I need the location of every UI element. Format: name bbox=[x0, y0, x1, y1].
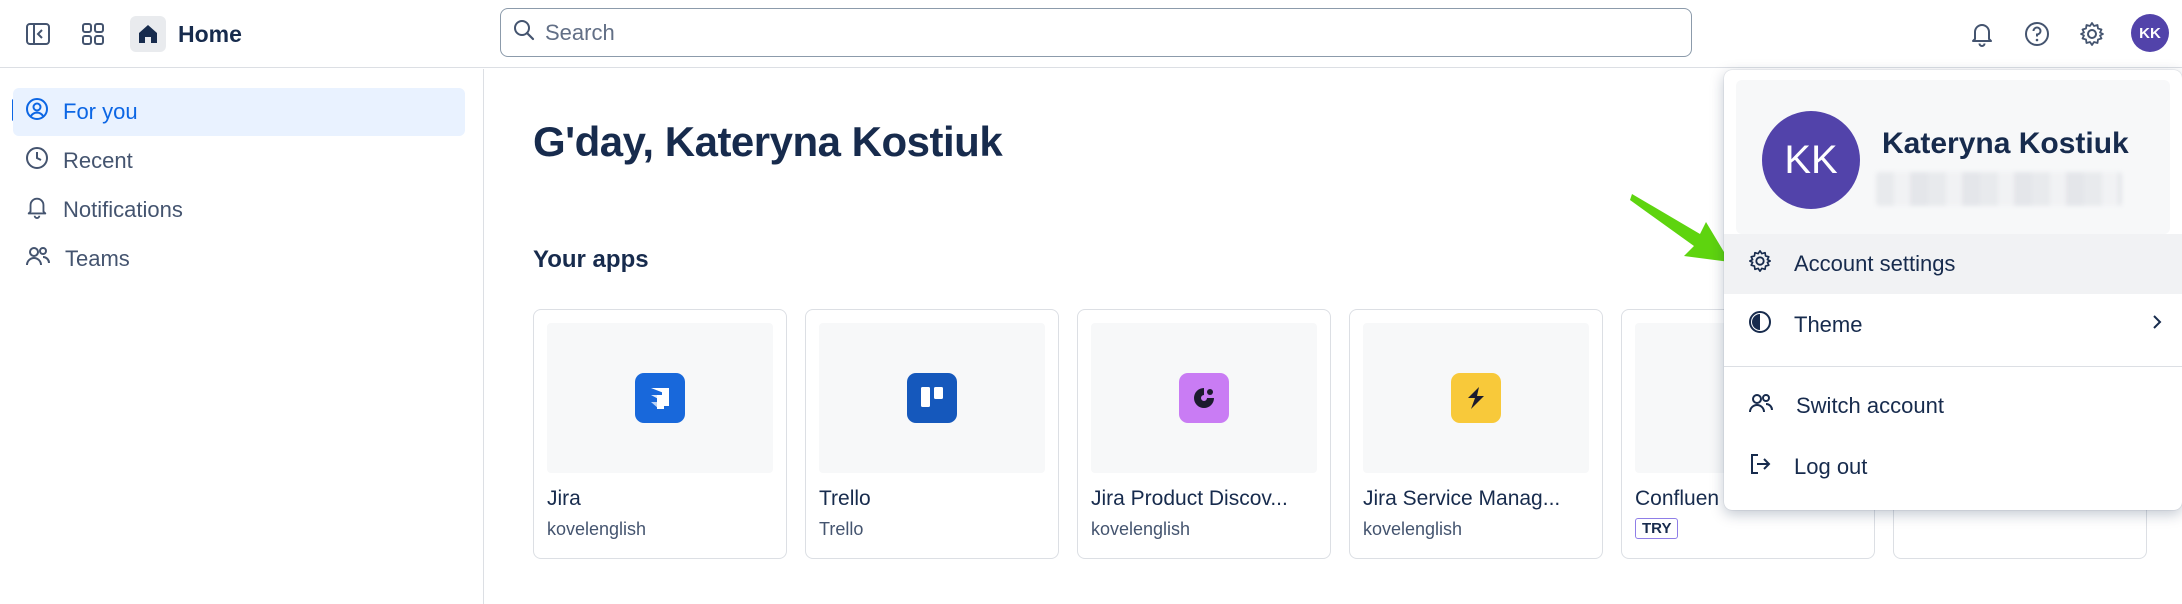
profile-name: Kateryna Kostiuk bbox=[1882, 127, 2129, 160]
bell-icon bbox=[25, 195, 49, 225]
search-input[interactable] bbox=[545, 19, 1645, 46]
page-greeting: G'day, Kateryna Kostiuk bbox=[533, 118, 1003, 165]
profile-email-redacted bbox=[1876, 172, 2122, 206]
sidebar-item-label: Notifications bbox=[63, 197, 183, 222]
app-card-image bbox=[819, 323, 1045, 473]
sidebar-item-label: For you bbox=[63, 99, 138, 124]
try-badge[interactable]: TRY bbox=[1635, 518, 1679, 539]
app-site: kovelenglish bbox=[1363, 519, 1463, 539]
search-icon bbox=[513, 19, 535, 46]
menu-item-theme[interactable]: Theme bbox=[1724, 295, 2182, 355]
app-site: kovelenglish bbox=[1091, 519, 1191, 539]
chevron-right-icon bbox=[2150, 312, 2164, 338]
app-site: Trello bbox=[819, 519, 864, 539]
app-name: Jira bbox=[547, 487, 581, 510]
app-name: Confluen bbox=[1635, 487, 1720, 510]
sidebar-item-teams[interactable]: Teams bbox=[13, 235, 465, 283]
user-avatar-button[interactable]: KK bbox=[2131, 14, 2169, 52]
user-circle-icon bbox=[25, 97, 49, 127]
sidebar-item-for-you[interactable]: For you bbox=[13, 88, 465, 136]
profile-dropdown-menu: KK Kateryna Kostiuk Account settings The… bbox=[1724, 70, 2182, 510]
jira-icon bbox=[635, 373, 685, 423]
app-switcher-icon[interactable] bbox=[73, 14, 113, 54]
people-icon bbox=[25, 244, 51, 274]
app-name: Trello bbox=[819, 487, 871, 510]
sidebar-toggle-icon[interactable] bbox=[18, 14, 58, 54]
menu-item-switch-account[interactable]: Switch account bbox=[1724, 376, 2182, 436]
menu-item-label: Account settings bbox=[1794, 251, 1956, 276]
switch-account-icon bbox=[1748, 391, 1774, 421]
menu-divider bbox=[1724, 366, 2182, 367]
profile-card: KK Kateryna Kostiuk bbox=[1736, 80, 2170, 234]
help-icon[interactable] bbox=[2017, 14, 2057, 54]
clock-icon bbox=[25, 146, 49, 176]
sidebar-item-recent[interactable]: Recent bbox=[13, 137, 465, 185]
app-name: Jira Service Manag... bbox=[1363, 487, 1561, 510]
app-card-jira[interactable]: Jira kovelenglish bbox=[533, 309, 787, 559]
search-bar[interactable] bbox=[500, 8, 1692, 57]
menu-item-account-settings[interactable]: Account settings bbox=[1724, 234, 2182, 294]
top-navigation-bar: Home KK bbox=[0, 0, 2182, 68]
gear-icon bbox=[1748, 249, 1772, 279]
app-card-image bbox=[1091, 323, 1317, 473]
settings-gear-icon[interactable] bbox=[2072, 14, 2112, 54]
profile-avatar: KK bbox=[1762, 111, 1860, 209]
menu-item-label: Log out bbox=[1794, 454, 1868, 479]
app-card-image bbox=[547, 323, 773, 473]
product-discovery-icon bbox=[1179, 373, 1229, 423]
home-label: Home bbox=[178, 20, 242, 47]
trello-icon bbox=[907, 373, 957, 423]
sidebar-item-label: Recent bbox=[63, 148, 133, 173]
app-site: kovelenglish bbox=[547, 519, 647, 539]
your-apps-heading: Your apps bbox=[533, 246, 649, 273]
app-card-trello[interactable]: Trello Trello bbox=[805, 309, 1059, 559]
app-card-image bbox=[1363, 323, 1589, 473]
service-management-icon bbox=[1451, 373, 1501, 423]
home-link[interactable]: Home bbox=[130, 14, 242, 54]
sidebar-item-notifications[interactable]: Notifications bbox=[13, 186, 465, 234]
app-card-jira-product-discovery[interactable]: Jira Product Discov... kovelenglish bbox=[1077, 309, 1331, 559]
sidebar-item-label: Teams bbox=[65, 246, 130, 271]
menu-item-label: Switch account bbox=[1796, 393, 1944, 418]
contrast-icon bbox=[1748, 310, 1772, 340]
home-icon bbox=[130, 16, 166, 52]
notifications-bell-icon[interactable] bbox=[1962, 14, 2002, 54]
menu-item-label: Theme bbox=[1794, 312, 1863, 337]
log-out-icon bbox=[1748, 452, 1772, 482]
menu-item-log-out[interactable]: Log out bbox=[1724, 437, 2182, 497]
app-name: Jira Product Discov... bbox=[1091, 487, 1288, 510]
app-card-jira-service-management[interactable]: Jira Service Manag... kovelenglish bbox=[1349, 309, 1603, 559]
